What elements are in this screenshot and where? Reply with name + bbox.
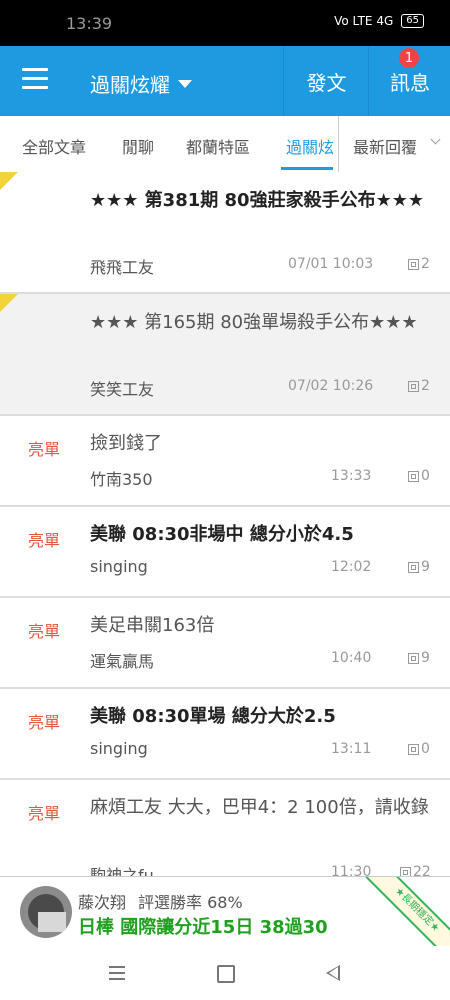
post-tag: 亮單 [28, 622, 61, 641]
expert-pick: 日棒 國際讓分近15日 38過30 [78, 917, 328, 938]
post-tag: 亮單 [28, 531, 61, 550]
post-title: 麻煩工友 大大，巴甲4：2 100倍，請收錄 [90, 797, 429, 818]
reply-count: 2 [408, 378, 430, 394]
system-nav-bar [0, 946, 450, 1000]
tab-all-posts[interactable]: 全部文章 [22, 134, 86, 158]
chevron-down-icon [430, 134, 441, 145]
reply-count: 2 [408, 256, 430, 272]
active-tab-indicator [281, 167, 333, 170]
reply-count: 0 [408, 741, 430, 757]
post-time: 13:11 [331, 741, 372, 757]
post-author: 運氣贏馬 [90, 652, 155, 671]
reply-icon [408, 561, 419, 573]
board-selector[interactable]: 過關炫耀 [90, 69, 192, 98]
post-title: 美聯 08:30單場 總分大於2.5 [90, 706, 336, 727]
status-time: 13:39 [66, 14, 113, 33]
post-time: 11:30 [331, 864, 372, 876]
post-title: 美足串關163倍 [90, 615, 215, 636]
post-time: 07/01 10:03 [288, 256, 374, 272]
sort-dropdown[interactable]: 最新回覆 [338, 116, 450, 172]
post-tag: 亮單 [28, 804, 61, 823]
caret-down-icon [178, 79, 192, 88]
list-item[interactable]: 亮單 撿到錢了 竹南350 13:33 0 [0, 416, 450, 507]
long-term-stable-ribbon: ★長期穩定★ [363, 877, 450, 947]
tab-show-off[interactable]: 過關炫耀 [286, 134, 333, 158]
battery-icon: 65 [401, 14, 424, 28]
hamburger-menu-icon[interactable] [22, 68, 48, 92]
expert-name: 藤次翔 [78, 893, 127, 912]
list-item[interactable]: 亮單 美足串關163倍 運氣贏馬 10:40 9 [0, 598, 450, 689]
reply-count: 9 [408, 559, 430, 575]
expert-pick-card[interactable]: 藤次翔 評選勝率 68% 日棒 國際讓分近15日 38過30 ★長期穩定★ [0, 876, 450, 947]
recent-apps-icon[interactable] [109, 966, 125, 984]
tab-dulan[interactable]: 都蘭特區 [186, 134, 250, 158]
status-bar: 13:39 Vo LTE 4G 65 [0, 0, 450, 46]
list-item[interactable]: ★★★ 第381期 80強莊家殺手公布★★★ 飛飛工友 07/01 10:03 … [0, 172, 450, 294]
status-icons: Vo LTE 4G 65 [334, 14, 424, 28]
board-title: 過關炫耀 [90, 73, 170, 97]
post-title: ★★★ 第381期 80強莊家殺手公布★★★ [90, 190, 424, 211]
post-author: singing [90, 739, 148, 758]
post-author: singing [90, 557, 148, 576]
reply-icon [408, 743, 419, 755]
back-icon[interactable] [326, 965, 340, 981]
post-tag: 亮單 [28, 440, 61, 459]
list-item[interactable]: 亮單 美聯 08:30非場中 總分小於4.5 singing 12:02 9 [0, 507, 450, 598]
pinned-marker [0, 294, 18, 312]
reply-icon [408, 470, 419, 482]
home-icon[interactable] [217, 965, 235, 983]
post-author: 笑笑工友 [90, 380, 155, 399]
messages-button[interactable]: 訊息 1 [368, 46, 450, 116]
post-time: 12:02 [331, 559, 372, 575]
sort-label: 最新回覆 [353, 138, 418, 157]
avatar [20, 886, 72, 938]
post-author: 竹南350 [90, 470, 153, 489]
list-item[interactable]: 亮單 麻煩工友 大大，巴甲4：2 100倍，請收錄 駒神之fu 11:30 22 [0, 780, 450, 876]
reply-icon [408, 258, 419, 270]
post-title: 美聯 08:30非場中 總分小於4.5 [90, 524, 354, 545]
post-title: ★★★ 第165期 80強單場殺手公布★★★ [90, 312, 418, 333]
post-tag: 亮單 [28, 713, 61, 732]
post-time: 07/02 10:26 [288, 378, 374, 394]
reply-count: 0 [408, 468, 430, 484]
reply-icon [400, 866, 411, 876]
reply-count: 9 [408, 650, 430, 666]
pinned-marker [0, 172, 18, 190]
list-item[interactable]: ★★★ 第165期 80強單場殺手公布★★★ 笑笑工友 07/02 10:26 … [0, 294, 450, 416]
post-time: 13:33 [331, 468, 372, 484]
post-list: ★★★ 第381期 80強莊家殺手公布★★★ 飛飛工友 07/01 10:03 … [0, 172, 450, 876]
post-button-label: 發文 [306, 70, 347, 95]
category-tabs: 全部文章 閒聊 都蘭特區 過關炫耀 最新回覆 [0, 116, 450, 173]
app-bar: 過關炫耀 發文 訊息 1 [0, 46, 450, 116]
reply-icon [408, 380, 419, 392]
reply-count: 22 [400, 864, 431, 876]
post-author: 駒神之fu [90, 866, 154, 876]
signal-icon: Vo LTE 4G [334, 14, 394, 28]
tab-show-off-clip: 過關炫耀 [281, 116, 333, 172]
post-button[interactable]: 發文 [283, 46, 369, 116]
tab-chat[interactable]: 閒聊 [122, 134, 154, 158]
message-badge: 1 [399, 48, 419, 68]
post-time: 10:40 [331, 650, 372, 666]
list-item[interactable]: 亮單 美聯 08:30單場 總分大於2.5 singing 13:11 0 [0, 689, 450, 780]
reply-icon [408, 652, 419, 664]
messages-button-label: 訊息 [390, 70, 430, 95]
post-title: 撿到錢了 [90, 433, 162, 454]
post-author: 飛飛工友 [90, 258, 155, 277]
expert-win-rate: 評選勝率 68% [138, 893, 243, 912]
